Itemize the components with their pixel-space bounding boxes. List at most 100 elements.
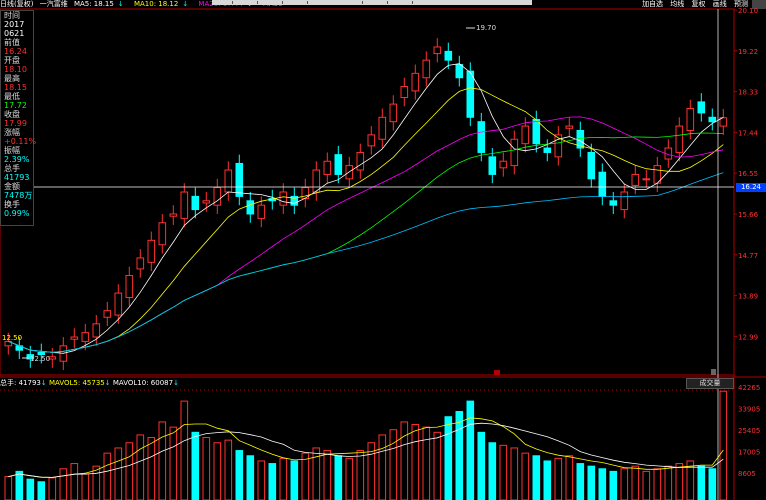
kline-chart[interactable]: 20.10 19.22 18.33 17.44 16.55 15.66 14.77 13.89…	[0, 0, 766, 500]
volume-bar	[444, 416, 453, 500]
volume-bar	[202, 437, 211, 500]
info-panel: 时间 2017 0621 前值 16.24 开盘 18.10 最高 18.15 …	[0, 10, 36, 226]
volume-bar	[422, 426, 431, 500]
info-value-date: 0621	[4, 29, 25, 38]
volume-bar	[543, 460, 552, 500]
candle-body	[334, 154, 343, 175]
candle-body	[191, 195, 200, 211]
volume-bar	[499, 444, 508, 500]
candle-body	[81, 332, 90, 342]
candle-body	[675, 125, 684, 153]
volume-bar	[114, 447, 123, 500]
candle-body	[510, 138, 519, 167]
volume-bar	[59, 468, 68, 500]
candle-body	[224, 169, 233, 193]
price-axis-label: 15.66	[738, 211, 759, 219]
volume-bar	[598, 468, 607, 500]
candle-body	[136, 257, 145, 270]
candle-body	[543, 147, 552, 153]
volume-legend: 总手: 41793↓ MAVOL5: 45735↓ MAVOL10: 60087…	[0, 379, 179, 388]
info-value-year: 2017	[4, 20, 25, 29]
candle-body	[70, 336, 79, 340]
volume-bar	[169, 426, 178, 500]
info-label-amount: 金额	[4, 182, 20, 191]
candle-body	[257, 204, 266, 219]
volume-bar	[224, 439, 233, 500]
volume-bar	[279, 457, 288, 500]
candle-body	[235, 162, 244, 197]
info-value-high: 18.15	[4, 83, 27, 92]
ma20-line	[8, 116, 724, 353]
info-label-close: 收盘	[4, 110, 20, 119]
volume-axis-label: 33905	[738, 406, 760, 414]
volume-bar	[378, 434, 387, 500]
candle-body	[279, 191, 288, 206]
volume-axis-label: 42265	[738, 384, 760, 392]
info-label-open: 开盘	[4, 56, 20, 65]
info-value-amplitude: 2.39%	[4, 155, 30, 164]
volume-bar	[81, 473, 90, 500]
event-marker-icon	[494, 370, 500, 375]
candle-body	[488, 156, 497, 175]
volume-bar	[26, 478, 35, 500]
volume-bar	[213, 442, 222, 500]
volume-bar	[103, 452, 112, 500]
candle-body	[686, 108, 695, 131]
info-value-open: 18.10	[4, 65, 27, 74]
volume-bar	[92, 465, 101, 500]
volume-bar	[477, 431, 486, 500]
volume-bar	[554, 457, 563, 500]
volume-bar	[708, 468, 717, 500]
candle-body	[400, 86, 409, 99]
candle-body	[147, 239, 156, 263]
info-value-prev: 16.24	[4, 47, 27, 56]
price-axis-label: 19.22	[738, 48, 758, 56]
candle-body	[378, 116, 387, 140]
volume-bar	[268, 463, 277, 500]
info-label-amplitude: 振幅	[4, 146, 20, 155]
volume-bar	[257, 460, 266, 500]
price-axis-label: 17.44	[738, 129, 759, 137]
volume-bar	[191, 431, 200, 500]
candle-body	[103, 310, 112, 318]
volume-bar	[37, 481, 46, 500]
ma30-line	[8, 132, 724, 353]
candle-body	[323, 160, 332, 175]
price-axis-label: 18.33	[738, 89, 758, 97]
ma60-line	[8, 172, 724, 353]
candle-body	[158, 222, 167, 246]
volume-bar	[411, 424, 420, 500]
volume-bar	[664, 465, 673, 500]
info-label-turnover: 换手	[4, 200, 20, 209]
candle-body	[389, 103, 398, 123]
volume-bar	[488, 442, 497, 500]
volume-bar	[532, 455, 541, 500]
candle-body	[125, 275, 134, 298]
vol-mavol10: MAVOL10: 60087↓	[112, 379, 179, 387]
high-price-label: 19.70	[476, 24, 496, 32]
candle-body	[598, 171, 607, 197]
candle-body	[444, 50, 453, 61]
volume-bar	[521, 452, 530, 500]
volume-indicator-dropdown[interactable]: 成交量	[686, 378, 734, 389]
info-value-volume: 41793	[4, 173, 30, 182]
info-value-low: 17.72	[4, 101, 27, 110]
candle-body	[455, 64, 464, 79]
volume-bar	[576, 463, 585, 500]
info-value-close: 17.99	[4, 119, 27, 128]
info-value-amount: 7478万	[4, 191, 33, 200]
candle-body	[532, 118, 541, 145]
volume-bar	[48, 477, 57, 500]
candle-body	[631, 173, 640, 186]
scroll-handle-icon	[711, 369, 716, 375]
candle-body	[312, 169, 321, 193]
price-cursor-tag: 16.24	[736, 183, 766, 192]
candle-body	[466, 70, 475, 118]
candle-body	[92, 323, 101, 338]
info-label-change: 涨幅	[4, 128, 20, 137]
volume-bar	[565, 455, 574, 500]
volume-bar	[158, 421, 167, 500]
price-axis-label: 13.89	[738, 293, 758, 301]
volume-bar	[719, 390, 728, 500]
candle-body	[477, 121, 486, 153]
